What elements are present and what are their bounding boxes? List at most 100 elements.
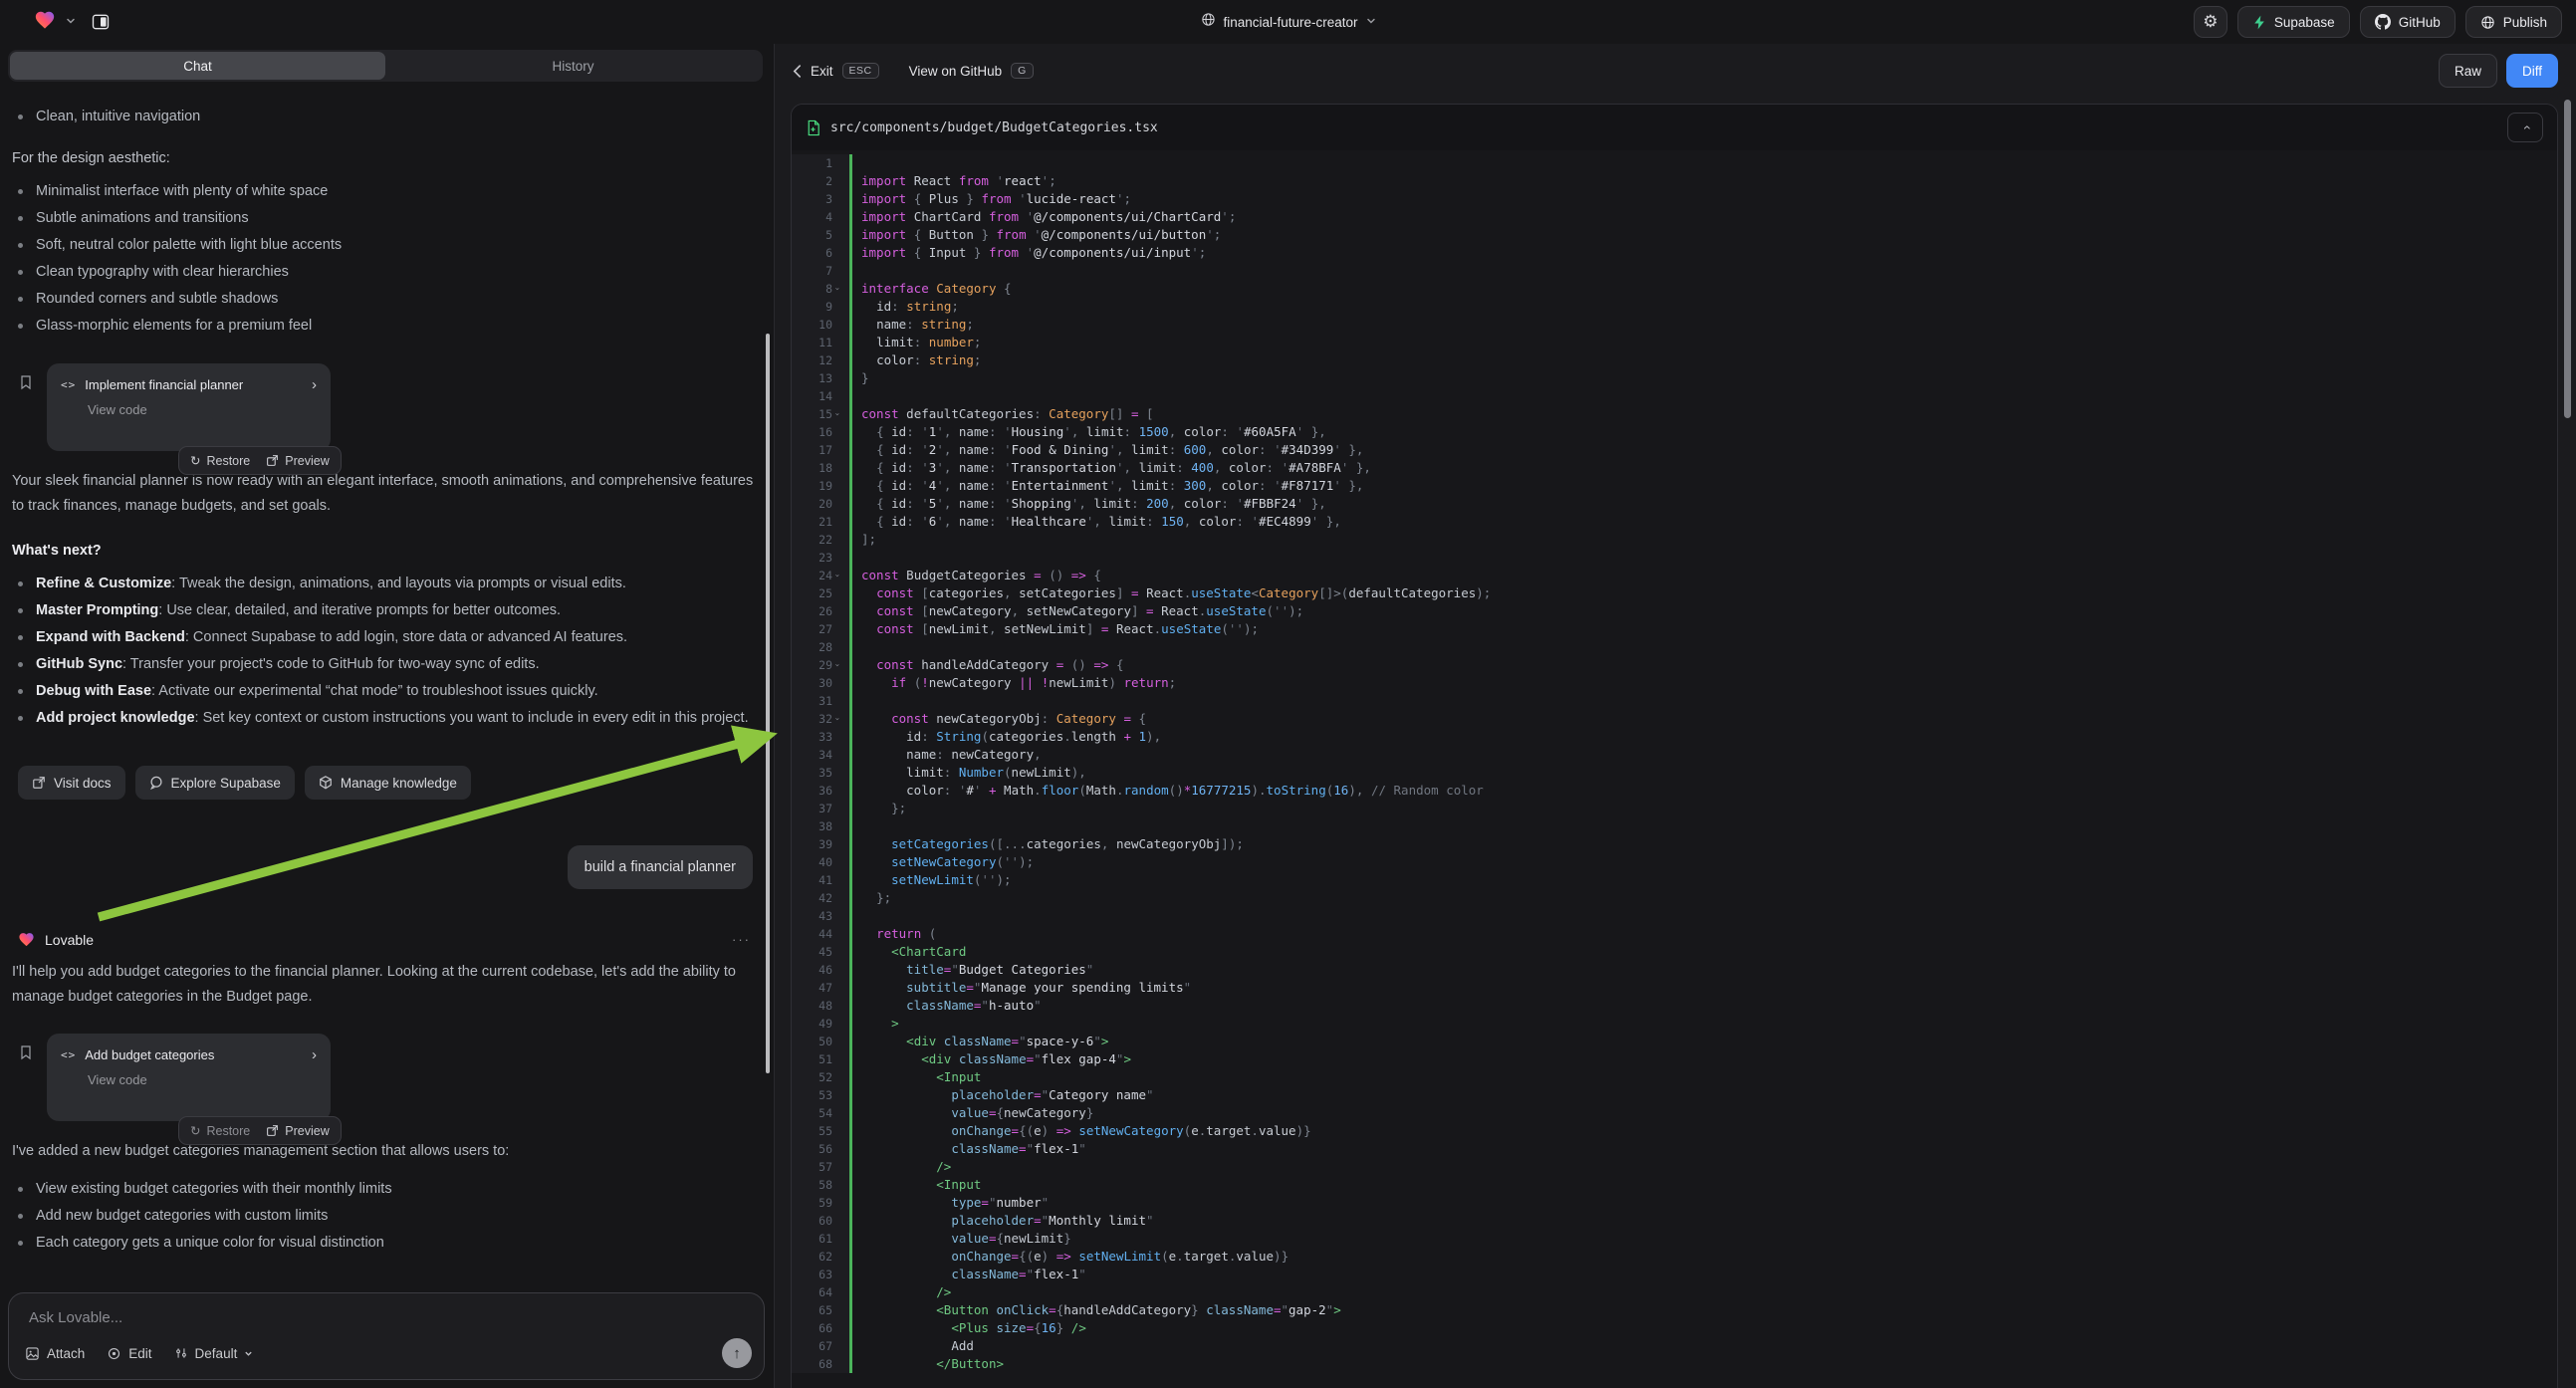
chat-scrollbar-thumb[interactable] <box>766 334 770 1073</box>
list-item: View existing budget categories with the… <box>10 1176 765 1203</box>
explore-supabase-button[interactable]: Explore Supabase <box>135 766 295 800</box>
code-line: 25 const [categories, setCategories] = R… <box>792 584 2557 602</box>
preview-button[interactable]: Preview <box>266 1124 329 1138</box>
line-number: 8› <box>792 280 849 298</box>
publish-button[interactable]: Publish <box>2465 6 2562 38</box>
settings-gear-button[interactable]: ⚙ <box>2194 6 2227 38</box>
raw-toggle-button[interactable]: Raw <box>2439 54 2497 88</box>
line-number: 63 <box>792 1266 849 1283</box>
github-button[interactable]: GitHub <box>2360 6 2456 38</box>
line-number: 19 <box>792 477 849 495</box>
preview-button[interactable]: Preview <box>266 454 329 468</box>
exit-button[interactable]: Exit ESC <box>793 63 879 79</box>
chat-scrollback[interactable]: Clean, intuitive navigation For the desi… <box>0 90 775 1288</box>
fold-chevron-icon[interactable]: › <box>834 656 843 674</box>
line-number: 40 <box>792 853 849 871</box>
line-number: 46 <box>792 961 849 979</box>
edit-card-implement-financial-planner[interactable]: <> Implement financial planner › View co… <box>47 363 331 451</box>
line-number: 27 <box>792 620 849 638</box>
bullet-dot <box>18 635 23 640</box>
list-item: Clean typography with clear hierarchies <box>10 259 765 286</box>
fold-chevron-icon[interactable]: › <box>834 405 843 423</box>
code-line: 24›const BudgetCategories = () => { <box>792 567 2557 584</box>
bullet-dot <box>18 608 23 613</box>
fold-chevron-icon[interactable]: › <box>834 280 843 298</box>
assistant-paragraph: Your sleek financial planner is now read… <box>12 469 763 519</box>
code-line: 55 onChange={(e) => setNewCategory(e.tar… <box>792 1122 2557 1140</box>
code-scrollbar-thumb[interactable] <box>2564 100 2571 418</box>
code-line: 3import { Plus } from 'lucide-react'; <box>792 190 2557 208</box>
code-line: 6import { Input } from '@/components/ui/… <box>792 244 2557 262</box>
code-line: 17 { id: '2', name: 'Food & Dining', lim… <box>792 441 2557 459</box>
message-more-menu[interactable]: ··· <box>732 932 765 947</box>
prompt-input-box[interactable]: Attach Edit Default ↑ <box>8 1292 765 1380</box>
edit-card-toolbar: ↻Restore Preview <box>178 1116 342 1145</box>
manage-knowledge-button[interactable]: Manage knowledge <box>305 766 471 800</box>
line-number: 52 <box>792 1068 849 1086</box>
attach-button[interactable]: Attach <box>25 1346 85 1361</box>
send-button[interactable]: ↑ <box>722 1338 752 1368</box>
edit-mode-button[interactable]: Edit <box>107 1346 151 1361</box>
code-line: 32› const newCategoryObj: Category = { <box>792 710 2557 728</box>
bookmark-icon[interactable] <box>18 373 34 395</box>
sidebar-toggle-button[interactable] <box>86 7 116 37</box>
code-line: 28 <box>792 638 2557 656</box>
ask-lovable-input[interactable] <box>29 1305 744 1329</box>
code-line: 43 <box>792 907 2557 925</box>
code-line: 52 <Input <box>792 1068 2557 1086</box>
code-line: 2import React from 'react'; <box>792 172 2557 190</box>
edit-card-title: Add budget categories <box>85 1047 303 1062</box>
tab-history[interactable]: History <box>385 52 761 80</box>
line-number: 44 <box>792 925 849 943</box>
list-item: Rounded corners and subtle shadows <box>10 286 765 313</box>
line-number: 47 <box>792 979 849 997</box>
collapse-file-button[interactable]: › <box>2507 113 2543 142</box>
restore-button[interactable]: ↻Restore <box>190 1123 250 1138</box>
code-line: 46 title="Budget Categories" <box>792 961 2557 979</box>
code-line: 7 <box>792 262 2557 280</box>
tab-chat[interactable]: Chat <box>10 52 385 80</box>
target-icon <box>107 1346 121 1361</box>
code-line: 19 { id: '4', name: 'Entertainment', lim… <box>792 477 2557 495</box>
workspace-chevron-down-icon[interactable] <box>66 13 76 31</box>
bullet-dot <box>18 581 23 586</box>
view-code-link[interactable]: View code <box>88 1072 317 1087</box>
visit-docs-button[interactable]: Visit docs <box>18 766 125 800</box>
project-switcher[interactable]: financial-future-creator <box>1200 0 1375 44</box>
list-item: Refine & Customize: Tweak the design, an… <box>10 571 765 597</box>
line-number: 65 <box>792 1301 849 1319</box>
restore-button[interactable]: ↻Restore <box>190 453 250 468</box>
bullet-dot <box>18 1187 23 1192</box>
bullet-dot <box>18 1241 23 1246</box>
external-link-icon <box>32 776 46 790</box>
fold-chevron-icon[interactable]: › <box>834 710 843 728</box>
edit-card-add-budget-categories[interactable]: <> Add budget categories › View code ↻Re… <box>47 1034 331 1121</box>
list-item: Add new budget categories with custom li… <box>10 1203 765 1230</box>
line-number: 9 <box>792 298 849 316</box>
list-item: Subtle animations and transitions <box>10 205 765 232</box>
supabase-button[interactable]: Supabase <box>2237 6 2350 38</box>
line-number: 17 <box>792 441 849 459</box>
chat-panel: Chat History Clean, intuitive navigation… <box>0 44 775 1388</box>
list-item: Master Prompting: Use clear, detailed, a… <box>10 597 765 624</box>
model-default-dropdown[interactable]: Default <box>174 1346 254 1361</box>
bookmark-icon[interactable] <box>18 1043 34 1065</box>
diff-toggle-button[interactable]: Diff <box>2506 54 2558 88</box>
edit-card-row: <> Implement financial planner › View co… <box>10 363 765 451</box>
code-icon: <> <box>61 378 76 391</box>
line-number: 56 <box>792 1140 849 1158</box>
line-number: 50 <box>792 1033 849 1050</box>
code-editor[interactable]: 12import React from 'react';3import { Pl… <box>792 150 2557 1388</box>
fold-chevron-icon[interactable]: › <box>834 567 843 584</box>
view-code-link[interactable]: View code <box>88 402 317 417</box>
lovable-heart-icon[interactable] <box>34 9 56 36</box>
bullet-dot <box>18 216 23 221</box>
code-line: 54 value={newCategory} <box>792 1104 2557 1122</box>
view-on-github-button[interactable]: View on GitHub G <box>909 63 1034 79</box>
code-line: 10 name: string; <box>792 316 2557 334</box>
file-path-bar[interactable]: src/components/budget/BudgetCategories.t… <box>792 105 2557 150</box>
restore-icon: ↻ <box>190 453 200 468</box>
code-line: 57 /> <box>792 1158 2557 1176</box>
line-number: 10 <box>792 316 849 334</box>
line-number: 45 <box>792 943 849 961</box>
